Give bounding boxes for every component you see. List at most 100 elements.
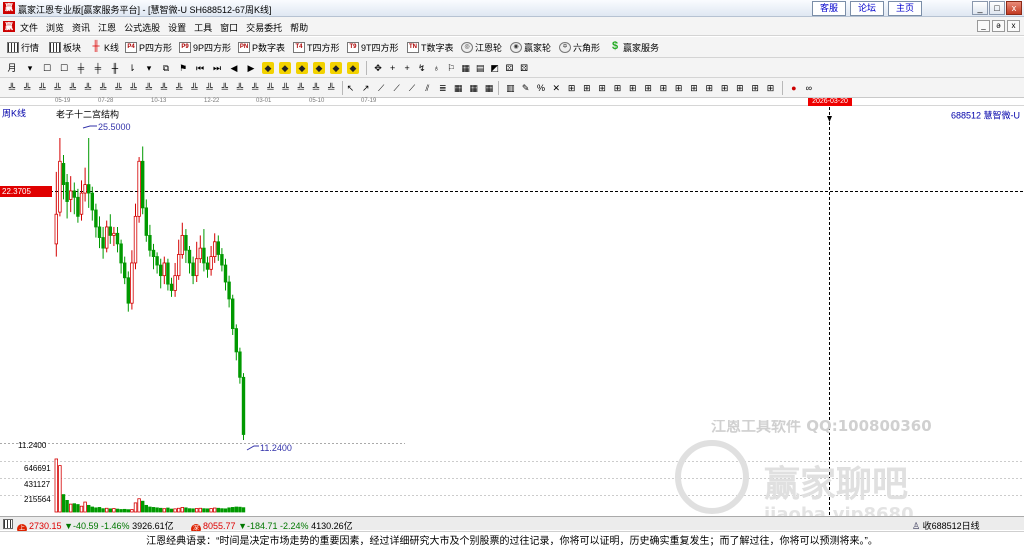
tool-icon[interactable]: ╪: [92, 62, 104, 74]
tool-icon[interactable]: ⏮: [194, 62, 206, 74]
analysis-tool-icon[interactable]: ⟋: [375, 82, 387, 94]
quote-button[interactable]: 行情: [7, 40, 39, 55]
tool-icon[interactable]: ▾: [143, 62, 155, 74]
analysis-tool-icon[interactable]: ╩: [219, 82, 231, 94]
winner-service-button[interactable]: $ 赢家服务: [609, 40, 659, 55]
tool-icon[interactable]: ▤: [474, 62, 486, 74]
tool-icon[interactable]: ╫: [109, 62, 121, 74]
analysis-tool-icon[interactable]: ╩: [173, 82, 185, 94]
tool-icon[interactable]: ⧉: [160, 62, 172, 74]
analysis-tool-icon[interactable]: ╩: [234, 82, 246, 94]
tool-icon[interactable]: ▾: [24, 62, 36, 74]
analysis-tool-icon[interactable]: ╩: [36, 82, 48, 94]
tool-icon[interactable]: ⇂: [126, 62, 138, 74]
t-number-table-button[interactable]: TN T数字表: [407, 40, 454, 55]
maximize-button[interactable]: □: [989, 1, 1005, 15]
tool-icon[interactable]: ▶: [245, 62, 257, 74]
menu-gann[interactable]: 江恩: [98, 21, 116, 34]
menu-browse[interactable]: 浏览: [46, 21, 64, 34]
sector-button[interactable]: 板块: [49, 40, 81, 55]
analysis-tool-icon[interactable]: ╩: [204, 82, 216, 94]
analysis-tool-icon[interactable]: %: [535, 82, 547, 94]
analysis-tool-icon[interactable]: ╩: [310, 82, 322, 94]
infinity-icon[interactable]: ∞: [803, 82, 815, 94]
homepage-link[interactable]: 主页: [888, 1, 922, 16]
analysis-tool-icon[interactable]: ⊞: [657, 82, 669, 94]
tool-icon[interactable]: ⏭: [211, 62, 223, 74]
tool-icon[interactable]: ✥: [372, 62, 384, 74]
analysis-tool-icon[interactable]: ⊞: [765, 82, 777, 94]
tool-icon[interactable]: +: [401, 62, 413, 74]
analysis-tool-icon[interactable]: ⟋: [406, 82, 418, 94]
mdi-minimize-button[interactable]: _: [977, 20, 990, 32]
analysis-tool-icon[interactable]: ╩: [325, 82, 337, 94]
menu-formula-select[interactable]: 公式选股: [124, 21, 160, 34]
analysis-tool-icon[interactable]: ╩: [280, 82, 292, 94]
analysis-tool-icon[interactable]: ⊞: [596, 82, 608, 94]
ticker-grid-icon[interactable]: [3, 519, 13, 529]
forum-link[interactable]: 论坛: [850, 1, 884, 16]
analysis-tool-icon[interactable]: ≣: [437, 82, 449, 94]
analysis-tool-icon[interactable]: ╩: [97, 82, 109, 94]
analysis-tool-icon[interactable]: ✕: [550, 82, 562, 94]
tool-icon[interactable]: ☐: [58, 62, 70, 74]
tool-icon[interactable]: ◀: [228, 62, 240, 74]
analysis-tool-icon[interactable]: ⊞: [749, 82, 761, 94]
menu-window[interactable]: 窗口: [220, 21, 238, 34]
analysis-tool-icon[interactable]: ╩: [158, 82, 170, 94]
tool-icon[interactable]: ▦: [460, 62, 472, 74]
customer-service-link[interactable]: 客服: [812, 1, 846, 16]
analysis-tool-icon[interactable]: ╩: [52, 82, 64, 94]
mdi-restore-button[interactable]: ə: [992, 20, 1005, 32]
analysis-tool-icon[interactable]: ╩: [188, 82, 200, 94]
winner-wheel-button[interactable]: ◉ 赢家轮: [510, 40, 551, 55]
analysis-tool-icon[interactable]: ▥: [504, 82, 516, 94]
analysis-tool-icon[interactable]: ╩: [128, 82, 140, 94]
analysis-tool-icon[interactable]: ╩: [82, 82, 94, 94]
menu-tools[interactable]: 工具: [194, 21, 212, 34]
tool-icon[interactable]: ⚑: [177, 62, 189, 74]
gann-wheel-button[interactable]: ◎ 江恩轮: [461, 40, 502, 55]
tool-icon[interactable]: ☐: [41, 62, 53, 74]
analysis-tool-icon[interactable]: ⊞: [734, 82, 746, 94]
analysis-tool-icon[interactable]: ⊞: [581, 82, 593, 94]
analysis-tool-icon[interactable]: ▦: [452, 82, 464, 94]
analysis-tool-icon[interactable]: ⊞: [703, 82, 715, 94]
tool-icon[interactable]: ◆: [347, 62, 359, 74]
analysis-tool-icon[interactable]: ↖: [344, 82, 356, 94]
analysis-tool-icon[interactable]: ╩: [21, 82, 33, 94]
analysis-tool-icon[interactable]: ╩: [6, 82, 18, 94]
menu-trade[interactable]: 交易委托: [246, 21, 282, 34]
analysis-tool-icon[interactable]: ⊞: [627, 82, 639, 94]
9p-square-button[interactable]: P9 9P四方形: [179, 40, 231, 55]
analysis-tool-icon[interactable]: ╩: [67, 82, 79, 94]
analysis-tool-icon[interactable]: ⫽: [421, 82, 433, 94]
tool-icon[interactable]: ♁: [430, 62, 442, 74]
analysis-tool-icon[interactable]: ⊞: [566, 82, 578, 94]
menu-help[interactable]: 帮助: [290, 21, 308, 34]
analysis-tool-icon[interactable]: ╩: [249, 82, 261, 94]
minimize-button[interactable]: _: [972, 1, 988, 15]
tool-icon[interactable]: ⚄: [518, 62, 530, 74]
9t-square-button[interactable]: T9 9T四方形: [347, 40, 399, 55]
analysis-tool-icon[interactable]: ⊞: [612, 82, 624, 94]
analysis-tool-icon[interactable]: ╩: [264, 82, 276, 94]
tool-icon[interactable]: ◆: [262, 62, 274, 74]
t-square-button[interactable]: T4 T四方形: [293, 40, 340, 55]
analysis-tool-icon[interactable]: ⊞: [688, 82, 700, 94]
analysis-tool-icon[interactable]: ⊞: [673, 82, 685, 94]
tool-icon[interactable]: ↯: [416, 62, 428, 74]
hexagon-button[interactable]: ✡ 六角形: [559, 40, 600, 55]
menu-settings[interactable]: 设置: [168, 21, 186, 34]
p-square-button[interactable]: P4 P四方形: [125, 40, 172, 55]
tool-icon[interactable]: +: [387, 62, 399, 74]
tool-icon[interactable]: ╪: [75, 62, 87, 74]
menu-info[interactable]: 资讯: [72, 21, 90, 34]
analysis-tool-icon[interactable]: ▦: [483, 82, 495, 94]
analysis-tool-icon[interactable]: ▦: [468, 82, 480, 94]
kline-button[interactable]: ╫ K线: [90, 40, 119, 55]
close-button[interactable]: x: [1006, 1, 1022, 15]
analysis-tool-icon[interactable]: ⊞: [642, 82, 654, 94]
analysis-tool-icon[interactable]: ╩: [112, 82, 124, 94]
analysis-tool-icon[interactable]: ╩: [295, 82, 307, 94]
